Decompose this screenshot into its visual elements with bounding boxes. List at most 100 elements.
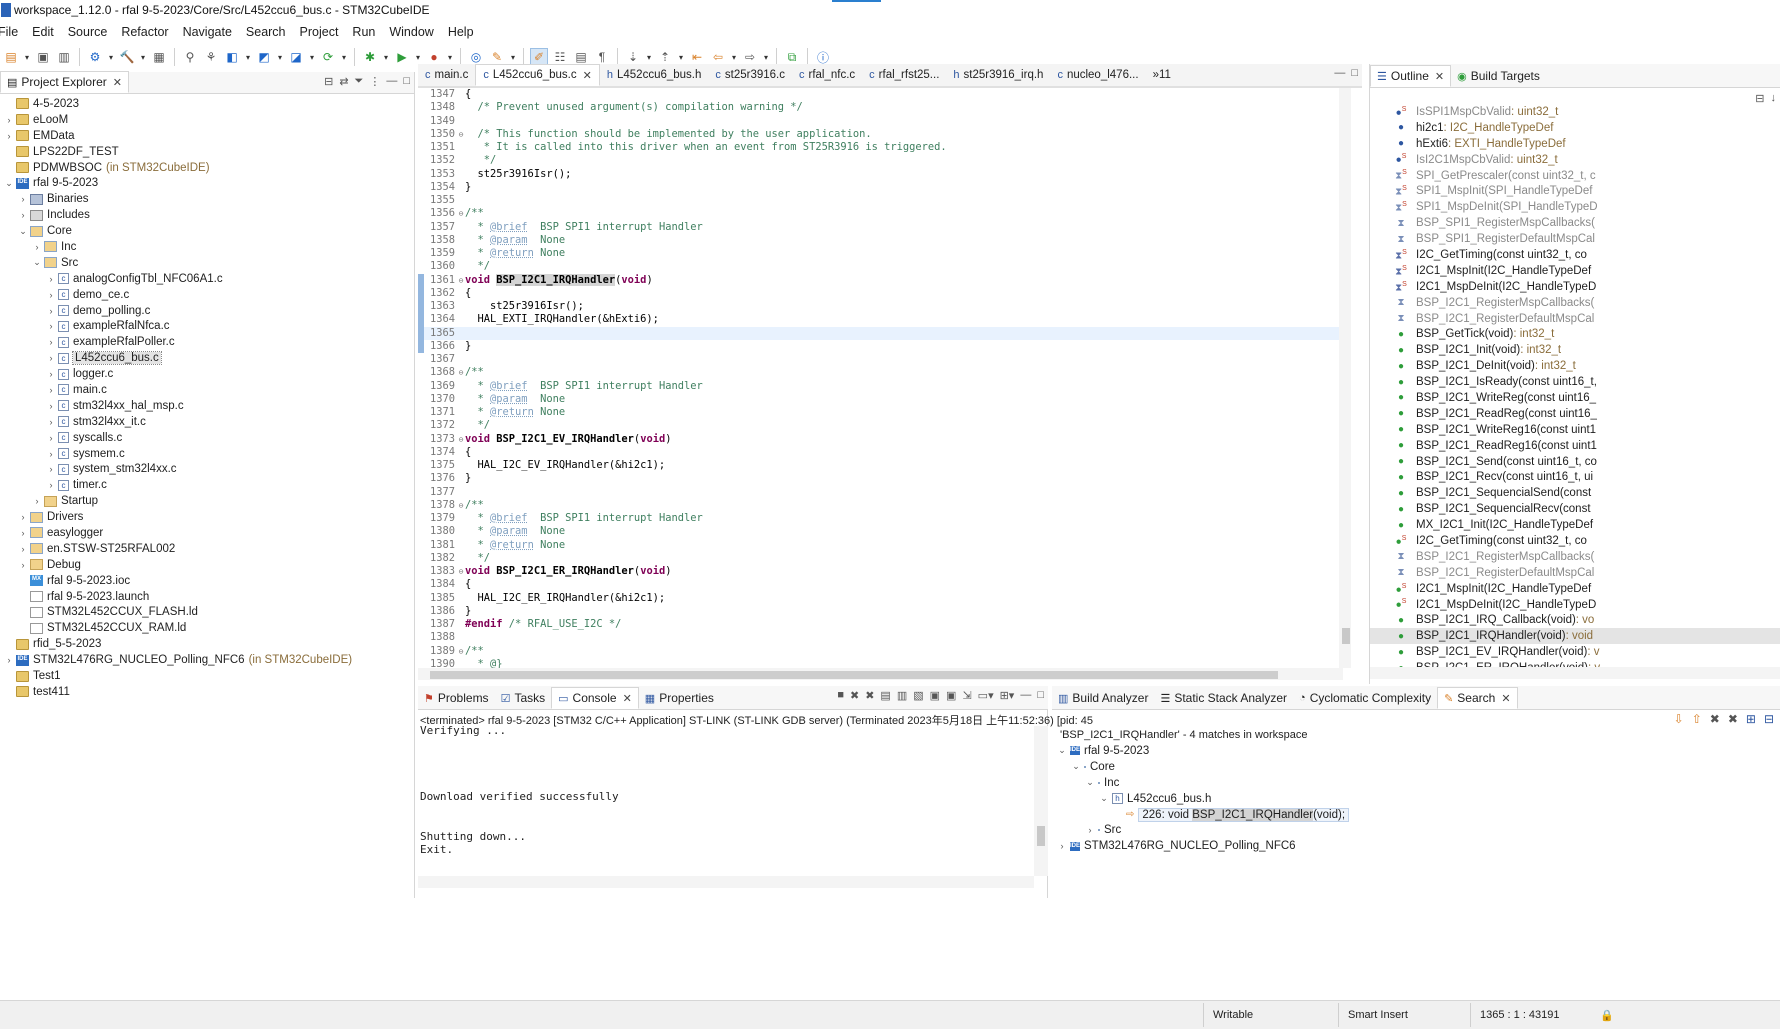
code-line[interactable]: 1347 { [418,88,1348,101]
tree-item[interactable]: ⌄ Src [0,255,414,271]
tree-item[interactable]: › c demo_ce.c [0,287,414,303]
expand-all-icon[interactable]: ⊞ [1746,712,1756,730]
code-line[interactable]: 1351 * It is called into this driver whe… [418,141,1348,154]
scroll-thumb[interactable] [1342,628,1350,644]
new-project-dropdown-icon[interactable]: ▾ [244,48,252,66]
code-line[interactable]: 1365 [418,326,1348,340]
device-config-icon[interactable]: ⚘ [202,48,220,66]
tree-item[interactable]: PDMWBSOC (in STM32CubeIDE) [0,160,414,176]
expand-toggle-icon[interactable]: › [1084,825,1096,835]
outline-item[interactable]: ●S I2C1_MspDeInit(I2C_HandleTypeD [1370,597,1780,613]
fold-icon[interactable]: ⊖ [457,274,465,287]
code-line[interactable]: 1388 [418,631,1348,644]
expand-toggle-icon[interactable]: › [1056,841,1068,851]
fold-icon[interactable]: ⊖ [457,128,465,141]
close-icon[interactable]: ✕ [623,692,632,705]
outline-item[interactable]: ⧗S I2C1_MspDeInit(I2C_HandleTypeD [1370,279,1780,295]
collapse-all-icon[interactable]: ⊟ [324,75,333,88]
menu-file[interactable]: File [0,25,18,39]
new-file-dropdown-icon[interactable]: ▾ [308,48,316,66]
code-line[interactable]: 1373 ⊖ void BSP_I2C1_EV_IRQHandler(void) [418,433,1348,446]
tree-item[interactable]: › Drivers [0,509,414,525]
menu-help[interactable]: Help [448,25,474,39]
build-icon[interactable]: 🔨 [118,48,136,66]
tree-item[interactable]: › c demo_polling.c [0,303,414,319]
outline-item[interactable]: ⧗ BSP_SPI1_RegisterMspCallbacks( [1370,215,1780,231]
code-line[interactable]: 1389 ⊖/** [418,645,1348,658]
outline-item[interactable]: ● BSP_I2C1_ReadReg(const uint16_ [1370,406,1780,422]
menu-refactor[interactable]: Refactor [121,25,168,39]
code-line[interactable]: 1366} [418,339,1348,353]
outline-item[interactable]: ● BSP_I2C1_IsReady(const uint16_t, [1370,374,1780,390]
search-result-item[interactable]: › Src [1052,822,1349,838]
search-result-item[interactable]: ⌄ h L452ccu6_bus.h [1052,791,1349,807]
tree-item[interactable]: Test1 [0,668,414,684]
code-line[interactable]: 1368 ⊖/** [418,366,1348,379]
expand-toggle-icon[interactable]: › [4,115,14,125]
outline-item[interactable]: ●S I2C_GetTiming(const uint32_t, co [1370,533,1780,549]
build-dropdown-icon[interactable]: ▾ [139,48,147,66]
fold-icon[interactable]: ⊖ [457,366,465,379]
close-icon[interactable]: ✕ [113,76,122,89]
outline-item[interactable]: ● BSP_I2C1_Send(const uint16_t, co [1370,454,1780,470]
expand-toggle-icon[interactable]: › [46,464,56,474]
code-line[interactable]: 1358 * @param None [418,234,1348,247]
outline-item[interactable]: ● hExti6 : EXTI_HandleTypeDef [1370,136,1780,152]
code-line[interactable]: 1355 [418,194,1348,207]
show-stderr-icon[interactable]: ▣ [946,689,956,702]
code-line[interactable]: 1375 HAL_I2C_EV_IRQHandler(&hi2c1); [418,459,1348,472]
remove-launch-icon[interactable]: ✖ [850,689,859,702]
expand-toggle-icon[interactable]: › [18,512,28,522]
debug-remote-icon[interactable]: ⚲ [181,48,199,66]
minimize-icon[interactable]: — [1020,689,1031,702]
fold-icon[interactable]: ⊖ [457,207,465,220]
editor-tab[interactable]: c L452ccu6_bus.c ✕ [475,64,600,86]
outline-item[interactable]: ⧗ BSP_SPI1_RegisterDefaultMspCal [1370,231,1780,247]
outline-item[interactable]: ⧗ BSP_I2C1_RegisterDefaultMspCal [1370,565,1780,581]
tree-item[interactable]: › Inc [0,239,414,255]
scroll-lock-icon[interactable]: ▥ [897,689,907,702]
tree-item[interactable]: › eLooM [0,112,414,128]
outline-item[interactable]: ●S I2C1_MspInit(I2C_HandleTypeDef [1370,581,1780,597]
code-line[interactable]: 1356 ⊖/** [418,207,1348,220]
tree-item[interactable]: ⌄ IDE rfal 9-5-2023 [0,175,414,191]
code-line[interactable]: 1387 #endif /* RFAL_USE_I2C */ [418,618,1348,631]
new-c-project-icon[interactable]: ◧ [223,48,241,66]
editor-tab[interactable]: c rfal_nfc.c [792,64,862,86]
code-line[interactable]: 1362 { [418,286,1348,300]
tab-tasks[interactable]: ☑ Tasks [495,687,552,709]
tab-console[interactable]: ▭ Console ✕ [551,687,639,709]
tree-item[interactable]: › c exampleRfalNfca.c [0,318,414,334]
outline-horizontal-scrollbar[interactable] [1370,667,1780,679]
remove-all-matches-icon[interactable]: ✖ [1728,712,1738,730]
close-icon[interactable]: ✕ [583,69,592,82]
expand-toggle-icon[interactable]: › [46,480,56,490]
outline-item[interactable]: ⧗S SPI_GetPrescaler(const uint32_t, c [1370,168,1780,184]
tab-project-explorer[interactable]: ▤ Project Explorer ✕ [0,71,129,93]
tab-search[interactable]: ✎ Search ✕ [1437,687,1518,709]
tab-build-analyzer[interactable]: ▥ Build Analyzer [1052,687,1154,709]
new-file-icon[interactable]: ◪ [287,48,305,66]
expand-toggle-icon[interactable]: › [4,655,14,665]
editor-tab[interactable]: h st25r3916_irq.h [946,64,1050,86]
editor-tab[interactable]: c nucleo_l476... [1050,64,1145,86]
tab-static-stack-analyzer[interactable]: ☰ Static Stack Analyzer [1154,687,1293,709]
tab-build-targets[interactable]: ◉ Build Targets [1451,65,1546,87]
editor-vertical-scrollbar[interactable] [1339,88,1351,668]
expand-toggle-icon[interactable]: › [46,337,56,347]
outline-item[interactable]: ● BSP_GetTick(void) : int32_t [1370,326,1780,342]
code-line[interactable]: 1352 */ [418,154,1348,167]
tree-item[interactable]: › Includes [0,207,414,223]
tree-item[interactable]: rfal 9-5-2023.launch [0,589,414,605]
expand-toggle-icon[interactable]: › [32,496,42,506]
menu-search[interactable]: Search [246,25,286,39]
code-line[interactable]: 1367 [418,353,1348,366]
outline-item[interactable]: ● BSP_I2C1_IRQHandler(void) : void [1370,628,1780,645]
code-line[interactable]: 1372 */ [418,419,1348,432]
menu-navigate[interactable]: Navigate [183,25,232,39]
outline-item[interactable]: ● BSP_I2C1_ReadReg16(const uint1 [1370,438,1780,454]
outline-item[interactable]: ● BSP_I2C1_WriteReg16(const uint1 [1370,422,1780,438]
code-line[interactable]: 1359 * @return None [418,247,1348,260]
tab-outline[interactable]: ☰ Outline ✕ [1370,65,1452,87]
expand-toggle-icon[interactable]: › [46,401,56,411]
